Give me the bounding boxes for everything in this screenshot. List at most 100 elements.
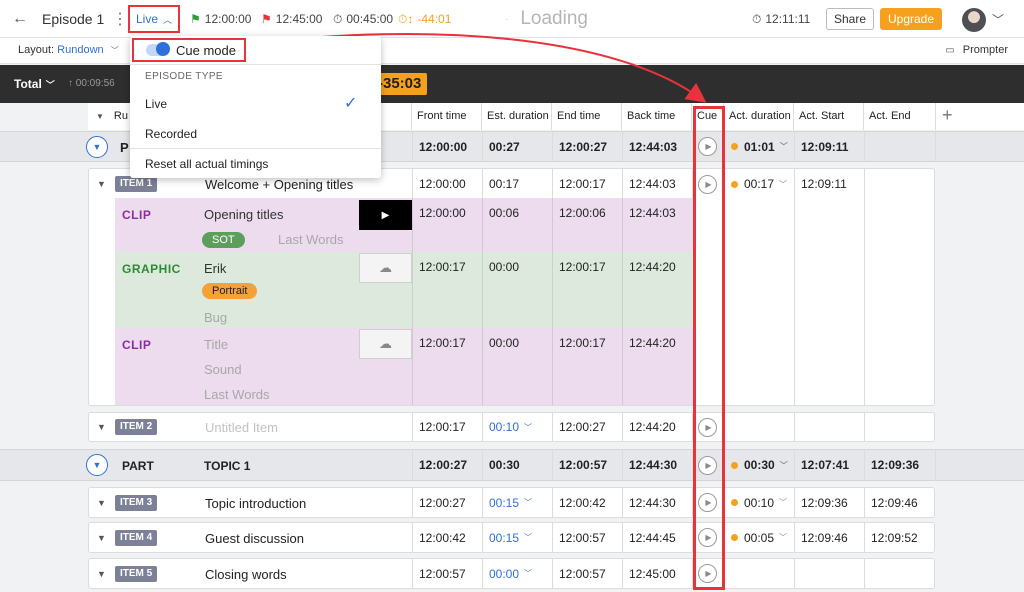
est-duration-cell: 00:06 [482, 198, 552, 252]
item-title[interactable]: Closing words [205, 567, 287, 582]
element-row-clip[interactable]: CLIP Opening titles SOT Last Words ▶ 12:… [115, 198, 693, 252]
expand-item-icon[interactable]: ▼ [97, 498, 106, 508]
act-start-cell [794, 559, 864, 588]
est-duration-cell[interactable]: 00:00 ﹀ [482, 559, 552, 588]
play-icon[interactable]: ▶ [698, 528, 717, 547]
act-end-cell: 12:09:46 [864, 488, 934, 517]
layout-selector[interactable]: Layout: Rundown ﹀ [18, 44, 119, 56]
item-title[interactable]: Guest discussion [205, 531, 304, 546]
chevron-down-icon[interactable]: ﹀ [779, 179, 787, 190]
collapse-all-icon[interactable]: ▼ [96, 112, 104, 121]
cue-mode-toggle-row[interactable]: Cue mode [132, 38, 246, 62]
item-badge: ITEM 5 [115, 566, 158, 582]
act-start-cell: 12:09:11 [794, 132, 864, 161]
element-row-clip[interactable]: CLIP Title Sound Last Words ☁ 12:00:17 0… [115, 328, 693, 405]
play-icon[interactable]: ▶ [698, 137, 717, 156]
column-header-front-time[interactable]: Front time [412, 103, 482, 130]
loading-text: Loading [520, 8, 588, 29]
item-row[interactable]: ▼ ITEM 3 Topic introduction 12:00:27 00:… [88, 487, 935, 518]
part-title[interactable]: TOPIC 1 [204, 459, 250, 473]
chevron-down-icon[interactable]: ﹀ [780, 141, 788, 152]
chevron-down-icon: ﹀ [524, 533, 533, 542]
play-icon[interactable]: ▶ [698, 174, 717, 194]
upgrade-button[interactable]: Upgrade [880, 8, 943, 30]
act-duration-cell: 00:30 ﹀ [724, 450, 794, 480]
column-header-end-time[interactable]: End time [552, 103, 622, 130]
expand-item-icon[interactable]: ▼ [97, 422, 106, 432]
layout-label: Layout: [18, 44, 55, 56]
stopwatch-icon: ⏱ [333, 11, 343, 26]
play-icon[interactable]: ▶ [698, 564, 717, 583]
item-row[interactable]: ▼ ITEM 2 Untitled Item 12:00:17 00:10 ﹀ 1… [88, 412, 935, 442]
add-column-button[interactable]: + [936, 103, 1024, 130]
item-title[interactable]: Welcome + Opening titles [205, 177, 353, 192]
item-title[interactable]: Topic introduction [205, 496, 306, 511]
est-duration-cell: 00:27 [482, 132, 552, 161]
play-icon[interactable]: ▶ [698, 493, 717, 512]
column-header-act-end[interactable]: Act. End [864, 103, 936, 130]
est-duration-cell[interactable]: 00:10 ﹀ [482, 413, 552, 441]
user-avatar[interactable] [962, 8, 986, 32]
column-header-act-duration[interactable]: Act. duration [724, 103, 794, 130]
item-title-placeholder[interactable]: Untitled Item [205, 420, 278, 435]
back-time-cell: 12:45:00 [622, 559, 692, 588]
episode-type-recorded-option[interactable]: Recorded [145, 127, 197, 141]
est-duration-cell[interactable]: 00:15 ﹀ [482, 523, 552, 552]
element-field-placeholder[interactable]: Bug [204, 310, 227, 325]
reset-timings-option[interactable]: Reset all actual timings [145, 157, 268, 171]
column-header-back-time[interactable]: Back time [622, 103, 692, 130]
item-row[interactable]: ▼ ITEM 5 Closing words 12:00:57 00:00 ﹀ 1… [88, 558, 935, 589]
element-field-placeholder[interactable]: Last Words [278, 232, 344, 247]
end-time-cell: 12:00:27 [552, 132, 622, 161]
video-thumbnail[interactable]: ▶ [359, 200, 412, 230]
chevron-down-icon[interactable]: ﹀ [780, 460, 788, 471]
end-time-cell: 12:00:17 [552, 328, 622, 405]
element-field[interactable]: Erik [204, 261, 226, 276]
chevron-down-icon: ﹀ [45, 80, 55, 90]
item-row[interactable]: ▼ ITEM 4 Guest discussion 12:00:42 00:15… [88, 522, 935, 553]
chevron-down-icon[interactable]: ﹀ [779, 532, 787, 543]
column-header-est-duration[interactable]: Est. duration [482, 103, 552, 130]
part-row[interactable]: ▼ PART TOPIC 1 12:00:27 00:30 12:00:57 1… [0, 449, 1024, 481]
upload-cloud-icon[interactable]: ☁ [359, 329, 412, 359]
episode-type-live-option[interactable]: Live [145, 97, 167, 111]
column-header-cue[interactable]: Cue [692, 103, 724, 130]
clock-icon: ⏱ [752, 11, 762, 26]
est-duration-cell[interactable]: 00:15 ﹀ [482, 488, 552, 517]
chevron-down-icon[interactable]: ﹀ [992, 0, 1004, 38]
collapse-part-icon[interactable]: ▼ [86, 454, 108, 476]
share-button[interactable]: Share [826, 8, 875, 30]
episode-title[interactable]: Episode 1 [42, 0, 104, 38]
duration-value: 00:45:00 [346, 12, 394, 26]
prompter-button[interactable]: ▭ Prompter [945, 44, 1008, 56]
portrait-badge[interactable]: Portrait [202, 283, 258, 299]
collapse-item-icon[interactable]: ▼ [97, 179, 106, 189]
back-arrow-icon[interactable]: ← [12, 0, 28, 38]
est-duration-cell: 00:00 [482, 328, 552, 405]
total-toggle[interactable]: Total ﹀ [14, 77, 55, 91]
cue-cell: ▶ [692, 488, 724, 517]
element-field-placeholder[interactable]: Title [204, 337, 228, 352]
back-time-cell: 12:44:03 [622, 198, 693, 252]
act-start-cell: 12:09:11 [794, 169, 864, 199]
play-icon[interactable]: ▶ [698, 455, 717, 475]
episode-mode-button[interactable]: Live ︿ [128, 5, 180, 33]
upload-cloud-icon[interactable]: ☁ [359, 253, 412, 283]
column-header-act-start[interactable]: Act. Start [794, 103, 864, 130]
prompter-label: Prompter [962, 44, 1008, 56]
more-menu-icon[interactable]: ⋮ [112, 0, 128, 38]
chevron-down-icon[interactable]: ﹀ [779, 497, 787, 508]
episode-mode-dropdown: Cue mode EPISODE TYPE Live ✓ Recorded Re… [130, 36, 381, 178]
est-duration-cell[interactable]: 00:17 [482, 169, 552, 199]
element-field-placeholder[interactable]: Sound [204, 362, 242, 377]
sot-badge[interactable]: SOT [202, 232, 245, 248]
play-icon[interactable]: ▶ [698, 417, 717, 437]
cue-mode-toggle[interactable] [146, 42, 170, 56]
element-field[interactable]: Opening titles [204, 207, 284, 222]
element-field-placeholder[interactable]: Last Words [204, 387, 270, 402]
collapse-part-icon[interactable]: ▼ [86, 136, 108, 158]
expand-item-icon[interactable]: ▼ [97, 533, 106, 543]
element-row-graphic[interactable]: GRAPHIC Erik Portrait Bug ☁ 12:00:17 00:… [115, 252, 693, 328]
expand-item-icon[interactable]: ▼ [97, 569, 106, 579]
toggle-knob [156, 42, 170, 56]
